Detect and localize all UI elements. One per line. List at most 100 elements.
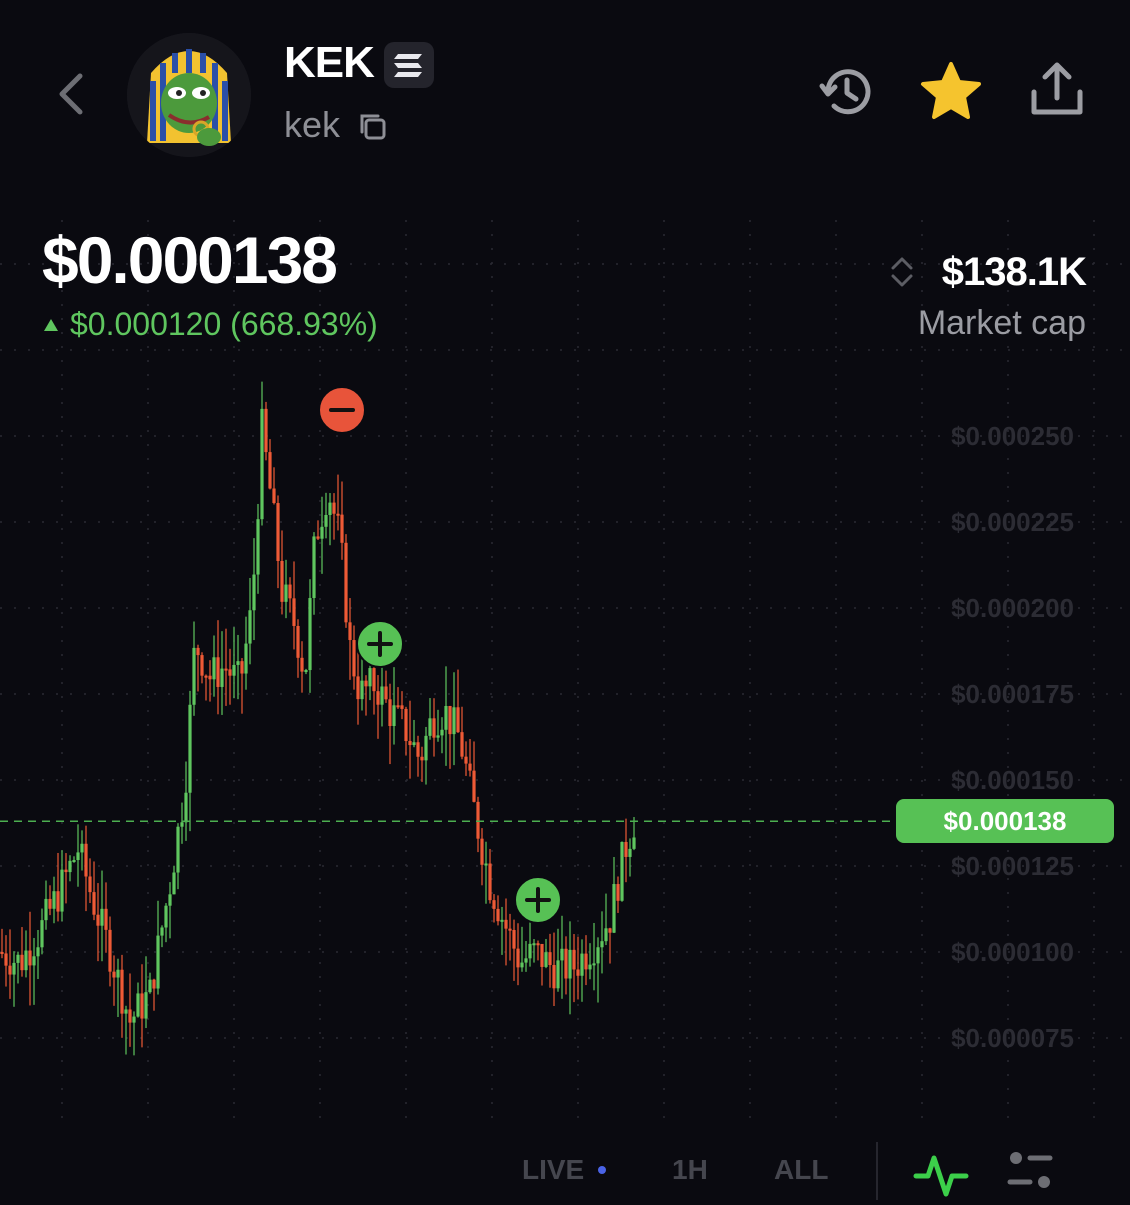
live-indicator-dot [598, 1166, 607, 1174]
price-chart[interactable]: $0.000250 $0.000225 $0.000200 $0.000175 $0.0… [0, 0, 1130, 1200]
candle [228, 648, 232, 705]
candle-body [480, 838, 484, 865]
candle-body [212, 657, 216, 680]
candle-body [336, 513, 340, 516]
y-axis-tick-label: $0.000250 [951, 421, 1074, 451]
candle [600, 911, 604, 974]
sell-marker[interactable] [318, 386, 366, 434]
candle [64, 853, 68, 904]
token-ticker: KEK [284, 38, 375, 87]
candle-body [320, 526, 324, 539]
candle-body [632, 837, 636, 849]
candle [172, 865, 176, 895]
history-button[interactable] [816, 62, 876, 122]
candle [496, 895, 500, 926]
candle [68, 855, 72, 882]
candle-body [260, 408, 264, 520]
chart-settings-button[interactable] [1004, 1148, 1056, 1196]
share-icon [1031, 62, 1083, 115]
buy-marker[interactable] [356, 620, 404, 668]
candle [580, 939, 584, 1002]
timeframe-live[interactable]: LIVE [522, 1154, 607, 1186]
candle [12, 951, 16, 1007]
candle-body [12, 962, 16, 975]
candle [212, 635, 216, 697]
candle [492, 894, 496, 923]
candle-body [328, 502, 332, 515]
candle [84, 825, 88, 912]
candle-body [452, 707, 456, 735]
candle [80, 830, 84, 871]
candle [432, 698, 436, 757]
candle-body [508, 928, 512, 931]
candle-body [520, 962, 524, 968]
candle [16, 951, 20, 984]
candle [284, 559, 288, 619]
buy-marker[interactable] [514, 876, 562, 924]
candle-body [180, 822, 184, 827]
candle [604, 893, 608, 946]
candle [564, 936, 568, 995]
candle [4, 935, 8, 987]
candle [32, 937, 36, 1005]
market-cap-toggle[interactable] [888, 254, 916, 290]
candle-body [152, 979, 156, 989]
candle-body [40, 920, 44, 948]
candle-body [580, 953, 584, 976]
candle [448, 705, 452, 769]
chart-type-button[interactable] [912, 1148, 970, 1200]
candle [264, 401, 268, 461]
candle-body [524, 958, 528, 963]
candle [592, 922, 596, 991]
candle [128, 973, 132, 1047]
copy-icon [360, 114, 386, 140]
candle-body [412, 742, 416, 746]
candle-body [80, 843, 84, 853]
candle [60, 850, 64, 922]
candle [316, 520, 320, 541]
timeframe-all[interactable]: ALL [774, 1154, 828, 1186]
candle-body [284, 584, 288, 602]
candle-body [92, 892, 96, 915]
candle-body [132, 1016, 136, 1023]
candle [552, 932, 556, 1006]
candle-body [468, 763, 472, 771]
candle [136, 982, 140, 1018]
candle [256, 503, 260, 594]
candle [504, 898, 508, 966]
candle [152, 978, 156, 1011]
back-button[interactable] [52, 66, 92, 122]
candle-body [32, 956, 36, 966]
candle-body [360, 680, 364, 700]
candle [540, 943, 544, 986]
favorite-button[interactable] [918, 60, 984, 122]
candle [44, 880, 48, 930]
copy-address-button[interactable] [356, 110, 388, 142]
candle [300, 641, 304, 693]
y-axis-tick-label: $0.000125 [951, 851, 1074, 881]
candle [112, 955, 116, 1006]
candle-body [68, 860, 72, 873]
candle [36, 929, 40, 980]
token-avatar [127, 33, 251, 157]
candle [180, 802, 184, 844]
candle-body [600, 941, 604, 948]
candle-body [108, 929, 112, 972]
timeframe-1h[interactable]: 1H [672, 1154, 708, 1186]
candle [24, 930, 28, 978]
share-button[interactable] [1026, 58, 1088, 120]
candle-body [296, 625, 300, 658]
candle-body [376, 691, 380, 705]
candle-body [0, 952, 4, 954]
candle-body [148, 979, 152, 993]
candle [384, 670, 388, 703]
candle [236, 634, 240, 700]
y-axis-tick-label: $0.000150 [951, 765, 1074, 795]
y-axis-tick-label: $0.000225 [951, 507, 1074, 537]
candle-body [276, 503, 280, 561]
candle-body [488, 863, 492, 901]
candle [440, 717, 444, 754]
candle [124, 1005, 128, 1055]
candle-body [236, 661, 240, 665]
candle [376, 675, 380, 739]
